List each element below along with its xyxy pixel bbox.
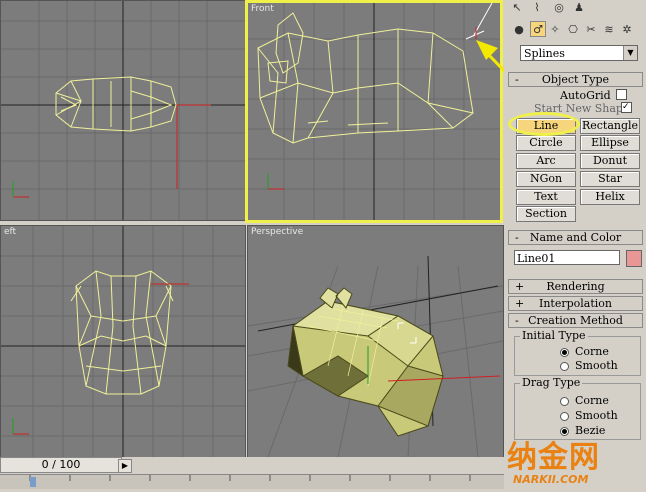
object-name-field[interactable]: Line01 [514, 250, 620, 265]
viewport-top[interactable] [0, 0, 246, 221]
object-color-swatch[interactable] [626, 250, 642, 267]
radio-label: Corne [575, 345, 609, 358]
gizmo-icon[interactable]: ♟ [572, 0, 586, 14]
shapes-icon[interactable]: ♂ [530, 21, 546, 37]
rollout-rendering[interactable]: + Rendering [508, 279, 643, 294]
ellipse-button[interactable]: Ellipse [580, 135, 640, 151]
time-slider[interactable]: 0 / 100 [0, 457, 122, 473]
arc-button[interactable]: Arc [516, 153, 576, 169]
camera-icon[interactable]: ⎔ [566, 22, 580, 36]
helper-icon[interactable]: ✂ [584, 22, 598, 36]
radio-dot [560, 396, 569, 406]
autogrid-label: AutoGrid [560, 89, 611, 102]
left-view-canvas [1, 226, 245, 457]
rollout-creation-method[interactable]: - Creation Method [508, 313, 643, 328]
autogrid-checkbox[interactable] [616, 89, 627, 100]
chevron-down-icon: ▼ [623, 46, 637, 60]
collapse-sign: - [515, 231, 519, 244]
text-button[interactable]: Text [516, 189, 576, 205]
watermark-logo: 纳金网 NARKII.COM [505, 432, 643, 488]
viewport-perspective[interactable]: Perspective [247, 225, 504, 458]
radio-label: Smooth [575, 409, 618, 422]
viewport-left[interactable]: eft [0, 225, 246, 458]
ngon-button[interactable]: NGon [516, 171, 576, 187]
trackbar-ticks [29, 475, 471, 487]
systems-icon[interactable]: ✲ [620, 22, 634, 36]
watermark-title: 纳金网 [507, 440, 600, 475]
drag-type-label: Drag Type [520, 376, 583, 389]
collapse-sign: - [515, 314, 519, 327]
rollout-object-type[interactable]: - Object Type [508, 72, 643, 87]
donut-button[interactable]: Donut [580, 153, 640, 169]
expand-sign: + [515, 280, 525, 293]
spacewarp-icon[interactable]: ≋ [602, 22, 616, 36]
light-icon[interactable]: ✧ [548, 22, 562, 36]
watermark-url: NARKII.COM [513, 473, 589, 486]
drag-smooth-radio[interactable]: Smooth [560, 409, 618, 422]
radio-label: Corne [575, 394, 609, 407]
collapse-sign: - [515, 73, 519, 86]
initial-smooth-radio[interactable]: Smooth [560, 359, 618, 372]
radio-dot [560, 361, 569, 371]
bind-icon[interactable]: ◎ [552, 0, 566, 14]
start-new-shape-checkbox[interactable]: ✓ [621, 102, 632, 113]
top-view-canvas [1, 1, 245, 220]
sphere-icon[interactable]: ● [512, 22, 526, 36]
section-button[interactable]: Section [516, 206, 576, 222]
radio-dot [560, 347, 569, 357]
helix-button[interactable]: Helix [580, 189, 640, 205]
arrow-icon[interactable]: ↖ [510, 0, 524, 14]
category-dropdown[interactable]: Splines ▼ [520, 45, 638, 61]
link-icon[interactable]: ⌇ [530, 0, 544, 14]
time-slider-next-icon[interactable]: ▶ [118, 459, 132, 473]
command-panel: ↖ ⌇ ◎ ♟ ● ♂ ✧ ⎔ ✂ ≋ ✲ Splines ▼ - Object… [504, 0, 646, 488]
rollout-title-label: Interpolation [538, 297, 612, 310]
viewport-front[interactable]: Front [245, 0, 503, 223]
rectangle-button[interactable]: Rectangle [580, 118, 640, 134]
trackbar[interactable] [0, 474, 504, 489]
rollout-interpolation[interactable]: + Interpolation [508, 296, 643, 311]
perspective-view-canvas [248, 255, 503, 457]
radio-dot [560, 411, 569, 421]
star-button[interactable]: Star [580, 171, 640, 187]
expand-sign: + [515, 297, 525, 310]
rollout-title-label: Object Type [541, 73, 610, 86]
initial-corner-radio[interactable]: Corne [560, 345, 609, 358]
drag-corner-radio[interactable]: Corne [560, 394, 609, 407]
rollout-title-label: Rendering [546, 280, 605, 293]
initial-type-label: Initial Type [520, 329, 588, 342]
line-highlight-ring [508, 112, 580, 136]
front-view-canvas [248, 3, 500, 220]
time-slider-bar: 0 / 100 ▶ [0, 457, 504, 473]
category-dropdown-value: Splines [524, 47, 565, 60]
rollout-title-label: Name and Color [529, 231, 622, 244]
rollout-title-label: Creation Method [528, 314, 623, 327]
rollout-name-and-color[interactable]: - Name and Color [508, 230, 643, 245]
radio-label: Smooth [575, 359, 618, 372]
circle-button[interactable]: Circle [516, 135, 576, 151]
